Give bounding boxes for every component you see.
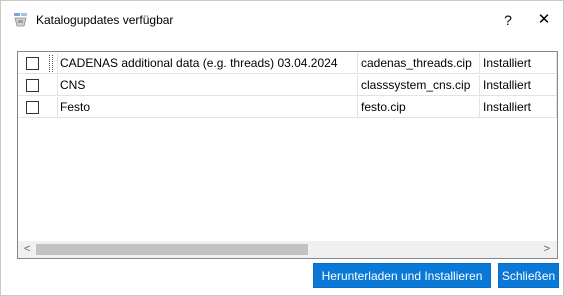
catalog-update-list[interactable]: CADENAS additional data (e.g. threads) 0… <box>17 51 558 259</box>
title-bar: Katalogupdates verfügbar ? ✕ <box>1 1 563 43</box>
marker-cell <box>44 75 58 96</box>
checkbox-cell <box>18 53 44 74</box>
catalog-file: classsystem_cns.cip <box>358 75 480 96</box>
catalog-status: Installiert <box>480 97 557 118</box>
focus-marker-cell <box>44 53 58 74</box>
catalog-name: CNS <box>58 75 358 96</box>
catalog-name: Festo <box>58 97 358 118</box>
catalog-updates-dialog: Katalogupdates verfügbar ? ✕ CADENAS add… <box>0 0 564 296</box>
scroll-thumb[interactable] <box>36 244 308 255</box>
help-button[interactable]: ? <box>498 9 518 31</box>
scroll-right-button[interactable]: > <box>544 241 550 258</box>
dialog-title: Katalogupdates verfügbar <box>36 13 174 27</box>
catalog-file: festo.cip <box>358 97 480 118</box>
marker-cell <box>44 97 58 118</box>
catalog-status: Installiert <box>480 75 557 96</box>
close-button[interactable]: Schließen <box>498 263 559 288</box>
catalog-file: cadenas_threads.cip <box>358 53 480 74</box>
catalog-app-icon <box>14 13 27 27</box>
row-checkbox[interactable] <box>26 57 39 70</box>
checkbox-cell <box>18 97 44 118</box>
row-checkbox[interactable] <box>26 101 39 114</box>
checkbox-cell <box>18 75 44 96</box>
catalog-status: Installiert <box>480 53 557 74</box>
horizontal-scrollbar[interactable]: < > <box>18 241 557 258</box>
list-item[interactable]: CNS classsystem_cns.cip Installiert <box>18 75 557 96</box>
focus-marker <box>49 55 53 72</box>
catalog-name: CADENAS additional data (e.g. threads) 0… <box>58 53 358 74</box>
download-install-button[interactable]: Herunterladen und Installieren <box>313 263 491 288</box>
list-item[interactable]: CADENAS additional data (e.g. threads) 0… <box>18 53 557 74</box>
close-window-button[interactable]: ✕ <box>533 9 555 31</box>
row-checkbox[interactable] <box>26 79 39 92</box>
scroll-left-button[interactable]: < <box>24 241 30 258</box>
list-item[interactable]: Festo festo.cip Installiert <box>18 97 557 118</box>
